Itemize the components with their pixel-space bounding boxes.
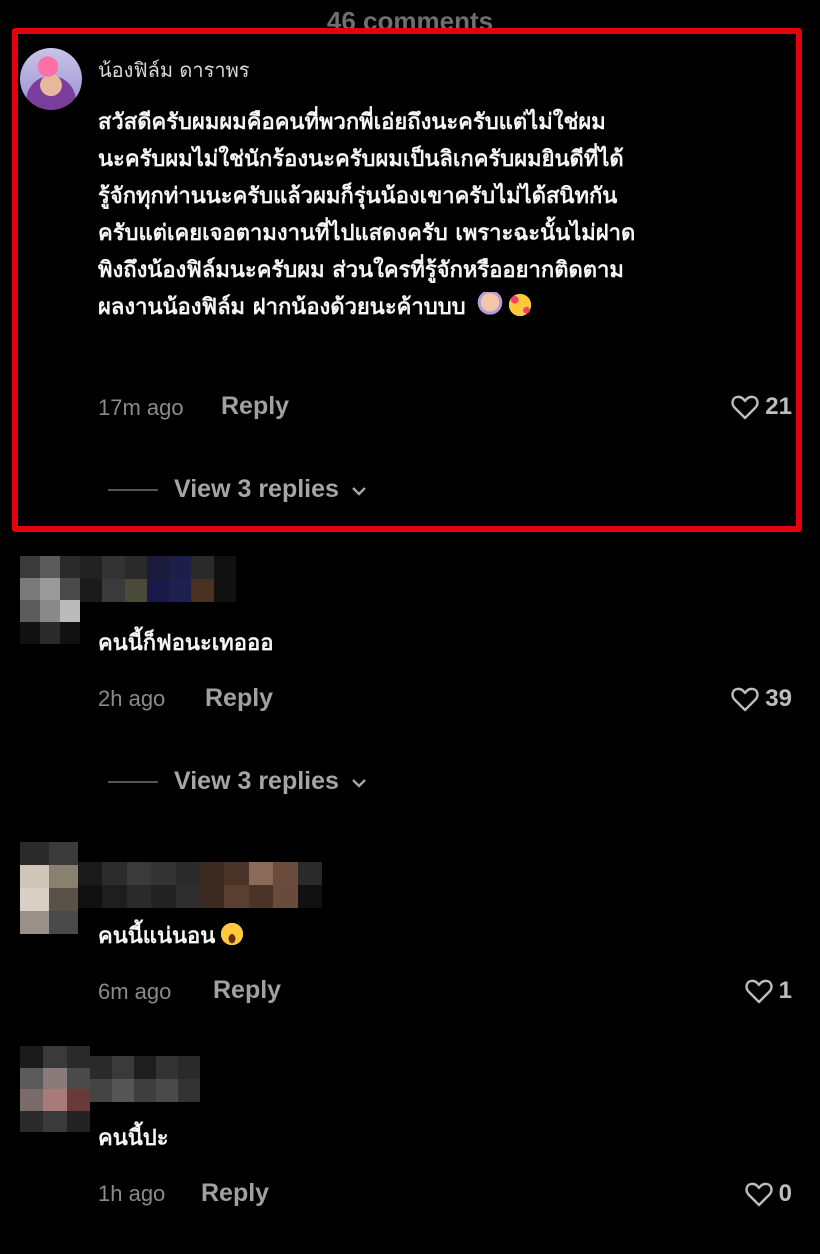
like-count: 0 — [778, 1180, 792, 1207]
like-count: 39 — [765, 685, 792, 712]
heart-icon — [744, 1181, 773, 1207]
comment-timestamp: 2h ago — [98, 686, 166, 711]
username-redacted[interactable] — [78, 862, 322, 908]
comment-timestamp: 6m ago — [98, 979, 172, 1004]
smiling-face-with-hearts-emoji — [507, 292, 534, 318]
comment-text: คนนี้ปะ — [98, 1126, 169, 1151]
heart-icon — [731, 686, 759, 712]
comment-username[interactable]: น้องฟิล์ม ดาราพร — [98, 54, 250, 86]
comment-text-line: ผลงานน้องฟิล์ม ฝากน้องด้วยนะค้าบบบ — [98, 289, 798, 326]
heart-icon — [744, 978, 773, 1004]
like-count: 21 — [765, 393, 792, 420]
comment-timestamp: 1h ago — [98, 1181, 166, 1206]
reply-button[interactable]: Reply — [221, 392, 289, 421]
comment-text: คนนี้แน่นอน — [98, 918, 798, 955]
avatar[interactable] — [20, 48, 82, 110]
chevron-down-icon — [351, 475, 367, 504]
divider-line — [108, 780, 158, 783]
comment-timestamp: 17m ago — [98, 395, 184, 420]
chevron-down-icon — [351, 767, 367, 796]
reply-button[interactable]: Reply — [205, 684, 273, 713]
comment-text-line: สวัสดีครับผมผมคือคนที่พวกพี่เอ่ยถึงนะครั… — [98, 110, 606, 135]
comment-text: คนนี้ก็ฟอนะเทอออ — [98, 631, 274, 656]
heart-icon — [731, 394, 759, 420]
view-replies-label: View 3 replies — [174, 475, 339, 503]
comment-text: สวัสดีครับผมผมคือคนที่พวกพี่เอ่ยถึงนะครั… — [98, 104, 798, 326]
reply-button[interactable]: Reply — [213, 976, 281, 1005]
view-replies-button[interactable]: View 3 replies — [108, 767, 367, 796]
comment-text-part: คนนี้แน่นอน — [98, 924, 216, 949]
view-replies-button[interactable]: View 3 replies — [108, 475, 367, 504]
reply-button[interactable]: Reply — [201, 1179, 269, 1208]
avatar[interactable] — [20, 1046, 90, 1132]
like-count: 1 — [778, 977, 792, 1004]
comment-text-line: ครับแต่เคยเจอตามงานที่ไปแสดงครับ เพราะฉะ… — [98, 221, 636, 246]
comment-text-line: นะครับผมไม่ใช่นักร้องนะครับผมเป็นลิเกครั… — [98, 147, 624, 172]
username-redacted[interactable] — [80, 556, 236, 602]
divider-line — [108, 488, 158, 491]
like-button[interactable]: 39 — [731, 685, 792, 713]
grinning-squinting-face-emoji — [219, 921, 246, 947]
like-button[interactable]: 0 — [744, 1180, 792, 1208]
folded-hands-emoji — [477, 292, 504, 318]
like-button[interactable]: 1 — [744, 977, 792, 1005]
comment-text-line: พิงถึงน้องฟิล์มนะครับผม ส่วนใครที่รู้จัก… — [98, 258, 624, 283]
avatar[interactable] — [20, 556, 80, 644]
comment-text-line: รู้จักทุกท่านนะครับแล้วผมก็รุ่นน้องเขาคร… — [98, 184, 618, 209]
username-redacted[interactable] — [90, 1056, 200, 1102]
like-button[interactable]: 21 — [731, 393, 792, 421]
avatar[interactable] — [20, 842, 78, 934]
comment-text-line-part: ผลงานน้องฟิล์ม ฝากน้องด้วยนะค้าบบบ — [98, 295, 466, 320]
view-replies-label: View 3 replies — [174, 767, 339, 795]
